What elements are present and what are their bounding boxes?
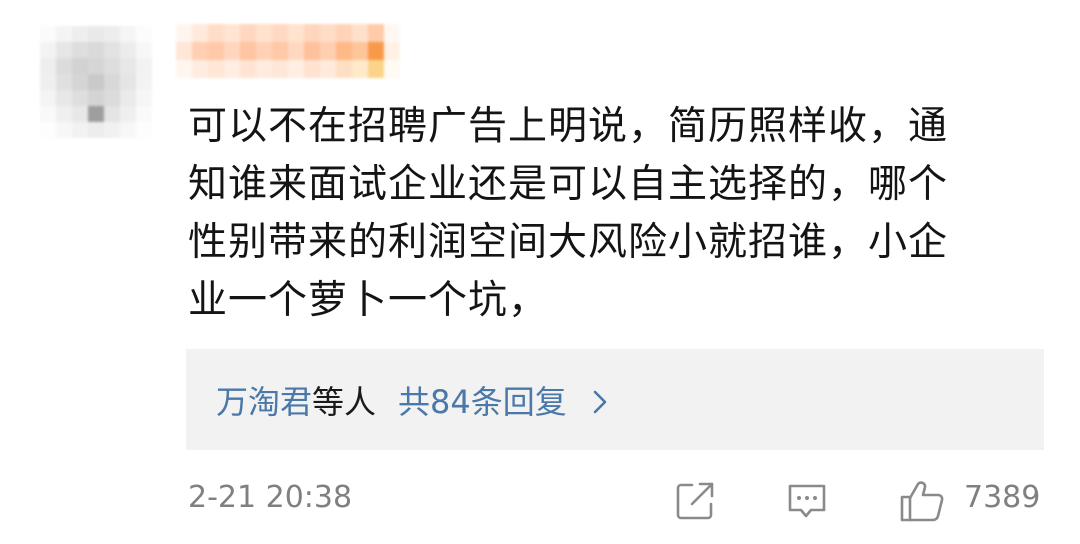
comment-text: 可以不在招聘广告上明说，简历照样收，通 知谁来面试企业还是可以自主选择的，哪个 … <box>188 98 1048 330</box>
comment-line: 性别带来的利润空间大风险小就招谁，小企 <box>188 220 949 265</box>
replies-preview[interactable]: 万淘君 等人 共84条回复 <box>186 349 1044 450</box>
username[interactable] <box>176 24 400 78</box>
comment-line: 可以不在招聘广告上明说，简历照样收，通 <box>188 104 949 149</box>
timestamp: 2-21 20:38 <box>188 480 353 515</box>
thumbs-up-icon[interactable] <box>898 478 944 524</box>
comment-line: 知谁来面试企业还是可以自主选择的，哪个 <box>188 162 949 207</box>
comment-icon[interactable] <box>784 478 830 524</box>
reply-etc-label: 等人 <box>312 382 377 421</box>
reply-users-link[interactable]: 万淘君 <box>216 377 312 423</box>
comment-footer: 2-21 20:38 7389 <box>188 478 1048 528</box>
share-icon[interactable] <box>672 478 718 524</box>
like-count: 7389 <box>964 480 1041 515</box>
comment-line: 业一个萝卜一个坑， <box>188 278 549 323</box>
reply-count-link[interactable]: 共84条回复 <box>398 377 567 423</box>
chevron-right-icon[interactable] <box>589 389 611 413</box>
avatar[interactable] <box>40 26 152 138</box>
